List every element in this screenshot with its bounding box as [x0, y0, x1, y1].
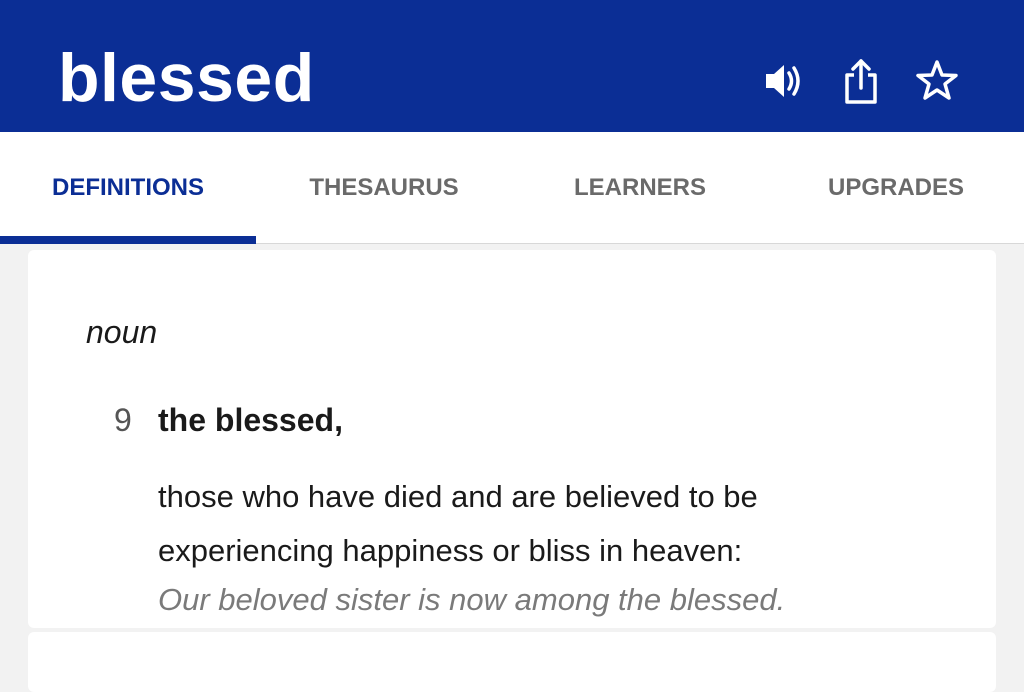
active-tab-indicator	[0, 236, 256, 244]
sense-number: 9	[114, 402, 132, 438]
tab-definitions[interactable]: DEFINITIONS	[0, 132, 256, 244]
tab-bar: DEFINITIONS THESAURUS LEARNERS UPGRADES	[0, 132, 1024, 244]
app-header: blessed	[0, 0, 1024, 132]
definition-card: noun 9 the blessed, those who have died …	[28, 250, 996, 628]
tab-learners[interactable]: LEARNERS	[512, 132, 768, 244]
definition-line: those who have died and are believed to …	[158, 479, 758, 514]
definition-line: experiencing happiness or bliss in heave…	[158, 533, 743, 568]
part-of-speech: noun	[86, 314, 158, 350]
headword-title: blessed	[58, 40, 315, 116]
speaker-icon[interactable]	[758, 56, 808, 106]
example-sentence: Our beloved sister is now among the bles…	[158, 582, 786, 617]
next-card	[28, 632, 996, 692]
definition-text: those who have died and are believed to …	[158, 470, 978, 578]
share-icon[interactable]	[836, 56, 886, 106]
star-icon[interactable]	[912, 56, 962, 106]
sense-headword: the blessed,	[158, 402, 343, 438]
tab-upgrades[interactable]: UPGRADES	[768, 132, 1024, 244]
tab-thesaurus[interactable]: THESAURUS	[256, 132, 512, 244]
